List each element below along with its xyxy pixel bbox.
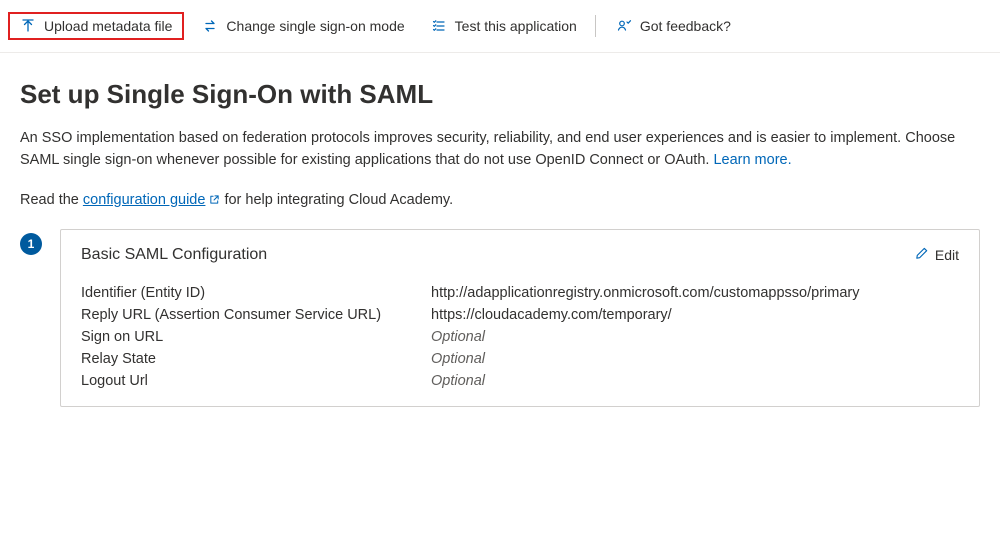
config-key: Reply URL (Assertion Consumer Service UR…: [81, 304, 431, 326]
step-1: 1 Basic SAML Configuration Edit Identifi…: [20, 229, 980, 407]
card-header: Basic SAML Configuration Edit: [81, 246, 959, 264]
config-key: Logout Url: [81, 370, 431, 392]
guide-paragraph: Read the configuration guide for help in…: [20, 190, 980, 212]
config-key: Relay State: [81, 348, 431, 370]
test-application-label: Test this application: [455, 18, 577, 34]
feedback-label: Got feedback?: [640, 18, 731, 34]
table-row: Sign on URLOptional: [81, 326, 959, 348]
intro-text: An SSO implementation based on federatio…: [20, 130, 955, 168]
external-link-icon: [209, 192, 220, 208]
basic-saml-config-card: Basic SAML Configuration Edit Identifier…: [60, 229, 980, 407]
config-key: Identifier (Entity ID): [81, 282, 431, 304]
config-value: http://adapplicationregistry.onmicrosoft…: [431, 282, 959, 304]
card-title: Basic SAML Configuration: [81, 246, 267, 264]
command-bar: Upload metadata file Change single sign-…: [0, 0, 1000, 53]
table-row: Relay StateOptional: [81, 348, 959, 370]
table-row: Identifier (Entity ID)http://adapplicati…: [81, 282, 959, 304]
upload-metadata-button[interactable]: Upload metadata file: [8, 12, 184, 40]
edit-button[interactable]: Edit: [914, 246, 959, 264]
upload-metadata-label: Upload metadata file: [44, 18, 172, 34]
guide-suffix: for help integrating Cloud Academy.: [220, 192, 453, 208]
feedback-button[interactable]: Got feedback?: [604, 12, 743, 40]
guide-prefix: Read the: [20, 192, 83, 208]
page-title: Set up Single Sign-On with SAML: [20, 79, 980, 110]
learn-more-link[interactable]: Learn more.: [713, 152, 791, 168]
edit-label: Edit: [935, 247, 959, 263]
checklist-icon: [431, 18, 447, 34]
config-value: https://cloudacademy.com/temporary/: [431, 304, 959, 326]
pencil-icon: [914, 246, 929, 264]
config-key: Sign on URL: [81, 326, 431, 348]
intro-paragraph: An SSO implementation based on federatio…: [20, 128, 980, 172]
swap-icon: [202, 18, 218, 34]
toolbar-separator: [595, 15, 596, 37]
main-content: Set up Single Sign-On with SAML An SSO i…: [0, 53, 1000, 407]
config-value: Optional: [431, 370, 959, 392]
upload-icon: [20, 18, 36, 34]
step-number-badge: 1: [20, 233, 42, 255]
saml-config-tbody: Identifier (Entity ID)http://adapplicati…: [81, 282, 959, 392]
saml-config-table: Identifier (Entity ID)http://adapplicati…: [81, 282, 959, 392]
config-value: Optional: [431, 326, 959, 348]
feedback-icon: [616, 18, 632, 34]
change-mode-button[interactable]: Change single sign-on mode: [190, 12, 416, 40]
table-row: Logout UrlOptional: [81, 370, 959, 392]
test-application-button[interactable]: Test this application: [419, 12, 589, 40]
config-value: Optional: [431, 348, 959, 370]
change-mode-label: Change single sign-on mode: [226, 18, 404, 34]
configuration-guide-link[interactable]: configuration guide: [83, 192, 221, 208]
table-row: Reply URL (Assertion Consumer Service UR…: [81, 304, 959, 326]
